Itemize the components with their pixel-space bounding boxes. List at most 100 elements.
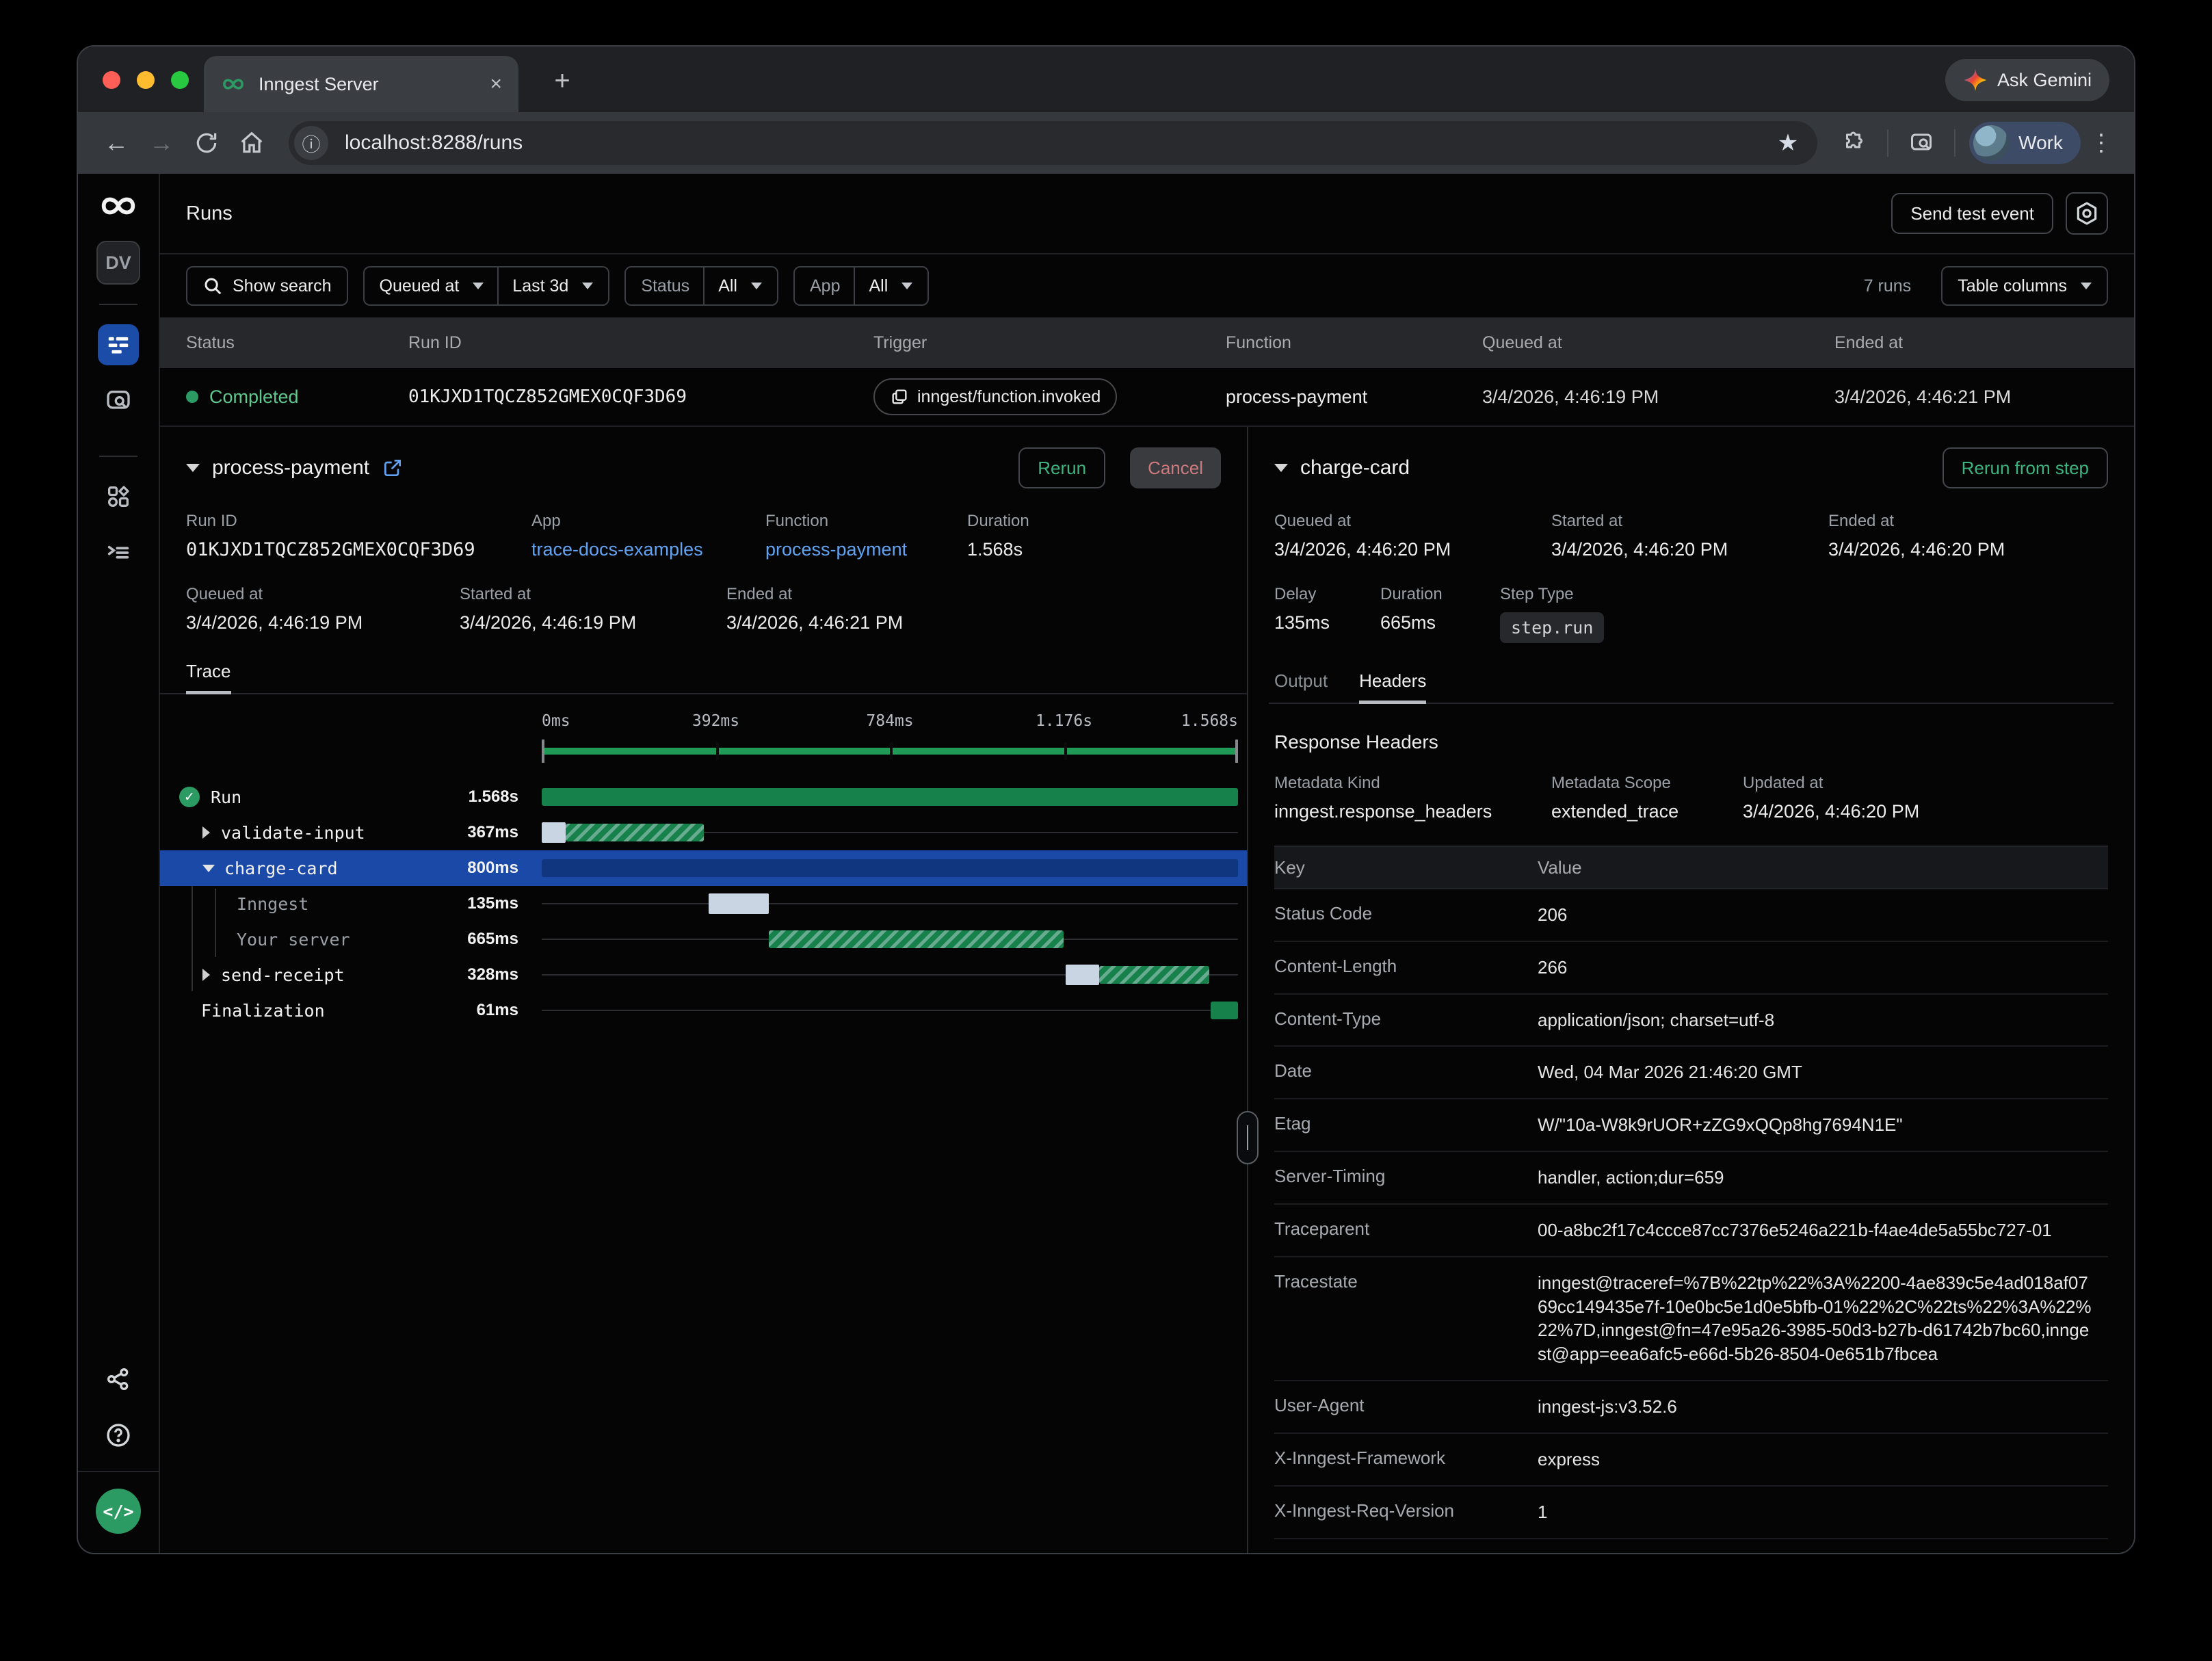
sidebar-item-apps[interactable] bbox=[98, 476, 139, 517]
run-id-label: Run ID bbox=[186, 512, 531, 531]
tab-strip: Inngest Server × + Ask Gemini bbox=[78, 47, 2134, 112]
status-filter-value[interactable]: All bbox=[718, 276, 737, 296]
timeline-tick-label: 784ms bbox=[866, 712, 913, 730]
trace-row-run[interactable]: ✓Run1.568s bbox=[160, 779, 1247, 815]
home-button[interactable] bbox=[233, 124, 271, 162]
detail-split-view: process-payment Rerun Cancel Run ID 01KJ… bbox=[160, 427, 2134, 1553]
new-tab-button[interactable]: + bbox=[543, 66, 581, 96]
cancel-button[interactable]: Cancel bbox=[1130, 447, 1221, 488]
sidebar-item-events[interactable] bbox=[98, 380, 139, 421]
ask-gemini-button[interactable]: Ask Gemini bbox=[1945, 59, 2109, 101]
tab-close-icon[interactable]: × bbox=[490, 73, 502, 96]
value-column-header: Value bbox=[1538, 857, 2108, 878]
step-detail-pane: charge-card Rerun from step Queued at 3/… bbox=[1248, 427, 2134, 1553]
rail-divider bbox=[99, 456, 137, 457]
time-filter[interactable]: Queued at Last 3d bbox=[363, 266, 610, 306]
status-filter[interactable]: Status All bbox=[624, 266, 778, 306]
bookmark-star-icon[interactable]: ★ bbox=[1778, 129, 1798, 157]
key-column-header: Key bbox=[1274, 857, 1538, 878]
span-bar-delay[interactable] bbox=[542, 822, 566, 843]
function-link[interactable]: process-payment bbox=[765, 539, 967, 560]
reload-button[interactable] bbox=[187, 124, 226, 162]
back-button[interactable]: ← bbox=[97, 124, 135, 162]
trace-row-send-receipt[interactable]: send-receipt328ms bbox=[160, 957, 1247, 993]
help-icon[interactable] bbox=[98, 1415, 139, 1456]
timeline-tick-label: 1.568s bbox=[1181, 712, 1238, 730]
tab-output[interactable]: Output bbox=[1274, 670, 1328, 703]
browser-profile-button[interactable]: Work bbox=[1969, 122, 2081, 164]
span-bar-delay[interactable] bbox=[1066, 965, 1100, 985]
step-duration-value: 665ms bbox=[1380, 612, 1500, 633]
queued-at-filter-label[interactable]: Queued at bbox=[380, 276, 460, 296]
zoom-window-button[interactable] bbox=[171, 71, 189, 89]
span-bar-delay[interactable] bbox=[709, 893, 769, 914]
header-row: Content-Length266 bbox=[1274, 942, 2108, 995]
settings-gear-icon[interactable] bbox=[2066, 192, 2108, 235]
run-detail-pane: process-payment Rerun Cancel Run ID 01KJ… bbox=[160, 427, 1248, 1553]
close-window-button[interactable] bbox=[103, 71, 120, 89]
header-key: X-Inngest-Sdk bbox=[1274, 1553, 1538, 1554]
time-range-value[interactable]: Last 3d bbox=[512, 276, 568, 296]
header-value: application/json; charset=utf-8 bbox=[1538, 1008, 2092, 1032]
queued-at-value: 3/4/2026, 4:46:19 PM bbox=[1482, 387, 1659, 407]
trace-row-your-server[interactable]: Your server665ms bbox=[160, 921, 1247, 957]
header-key: X-Inngest-Framework bbox=[1274, 1448, 1538, 1472]
show-search-button[interactable]: Show search bbox=[186, 266, 348, 306]
share-icon[interactable] bbox=[98, 1359, 139, 1400]
app-filter[interactable]: App All bbox=[793, 266, 929, 306]
inngest-logo-icon[interactable] bbox=[97, 192, 140, 220]
tab-title: Inngest Server bbox=[259, 74, 477, 95]
external-link-icon[interactable] bbox=[382, 457, 404, 479]
span-bar-solid[interactable] bbox=[542, 788, 1238, 806]
span-bar-hatched[interactable] bbox=[1099, 966, 1209, 984]
trace-row-finalization[interactable]: Finalization61ms bbox=[160, 993, 1247, 1028]
span-bar-selected[interactable] bbox=[542, 859, 1238, 877]
browser-tab[interactable]: Inngest Server × bbox=[204, 56, 518, 112]
inngest-favicon bbox=[220, 75, 246, 93]
duration-value: 1.568s bbox=[967, 539, 1029, 560]
tab-headers[interactable]: Headers bbox=[1359, 670, 1426, 703]
app-header: Runs Send test event bbox=[160, 174, 2134, 254]
left-rail: DV </> bbox=[78, 174, 160, 1553]
forward-button[interactable]: → bbox=[142, 124, 181, 162]
app-link[interactable]: trace-docs-examples bbox=[531, 539, 765, 560]
header-key: Content-Type bbox=[1274, 1008, 1538, 1032]
tab-trace[interactable]: Trace bbox=[186, 661, 231, 693]
trigger-badge[interactable]: inngest/function.invoked bbox=[873, 378, 1117, 415]
tab-search-icon[interactable] bbox=[1902, 124, 1940, 162]
header-value: inngest-js:v3.52.6 bbox=[1538, 1395, 2092, 1419]
trace-row-inngest[interactable]: Inngest135ms bbox=[160, 886, 1247, 921]
sidebar-item-runs[interactable] bbox=[98, 324, 139, 365]
collapse-run-chevron-icon[interactable] bbox=[186, 464, 200, 472]
started-at-label: Started at bbox=[460, 585, 726, 604]
browser-menu-icon[interactable]: ⋮ bbox=[2088, 129, 2115, 157]
workspace-badge[interactable]: DV bbox=[96, 241, 140, 285]
timeline-minimap[interactable] bbox=[542, 740, 1238, 763]
trace-row-charge-card[interactable]: charge-card800ms bbox=[160, 850, 1247, 886]
run-table-row[interactable]: Completed 01KJXD1TQCZ852GMEX0CQF3D69 inn… bbox=[160, 368, 2134, 427]
pane-resize-handle[interactable] bbox=[1237, 1111, 1259, 1164]
header-row: EtagW/"10a-W8k9rUOR+zZG9xQQp8hg7694N1E" bbox=[1274, 1099, 2108, 1152]
minimize-window-button[interactable] bbox=[137, 71, 155, 89]
table-columns-button[interactable]: Table columns bbox=[1941, 266, 2108, 306]
header-value: 00-a8bc2f17c4ccce87cc7376e5246a221b-f4ae… bbox=[1538, 1218, 2092, 1242]
url-text[interactable]: localhost:8288/runs bbox=[345, 131, 1778, 155]
header-row: X-Inngest-Sdkinngest-js:v3.52.6 bbox=[1274, 1539, 2108, 1554]
address-bar[interactable]: ⓘ localhost:8288/runs ★ bbox=[289, 121, 1817, 165]
toolbar-separator bbox=[1887, 129, 1888, 157]
span-bar-solid[interactable] bbox=[1211, 1002, 1238, 1019]
span-bar-hatched[interactable] bbox=[566, 824, 705, 841]
main-content: Runs Send test event Show search Queued … bbox=[160, 174, 2134, 1553]
rerun-from-step-button[interactable]: Rerun from step bbox=[1943, 447, 2108, 488]
send-test-event-button[interactable]: Send test event bbox=[1891, 193, 2053, 234]
app-filter-value[interactable]: All bbox=[869, 276, 888, 296]
site-info-icon[interactable]: ⓘ bbox=[294, 126, 328, 160]
rerun-button[interactable]: Rerun bbox=[1018, 447, 1105, 488]
collapse-step-chevron-icon[interactable] bbox=[1274, 464, 1288, 472]
span-bar-hatched[interactable] bbox=[769, 930, 1064, 948]
trace-row-validate-input[interactable]: validate-input367ms bbox=[160, 815, 1247, 850]
sidebar-item-functions[interactable] bbox=[98, 532, 139, 573]
status-dot bbox=[186, 391, 198, 403]
dev-mode-button[interactable]: </> bbox=[96, 1489, 141, 1534]
extensions-icon[interactable] bbox=[1835, 124, 1873, 162]
